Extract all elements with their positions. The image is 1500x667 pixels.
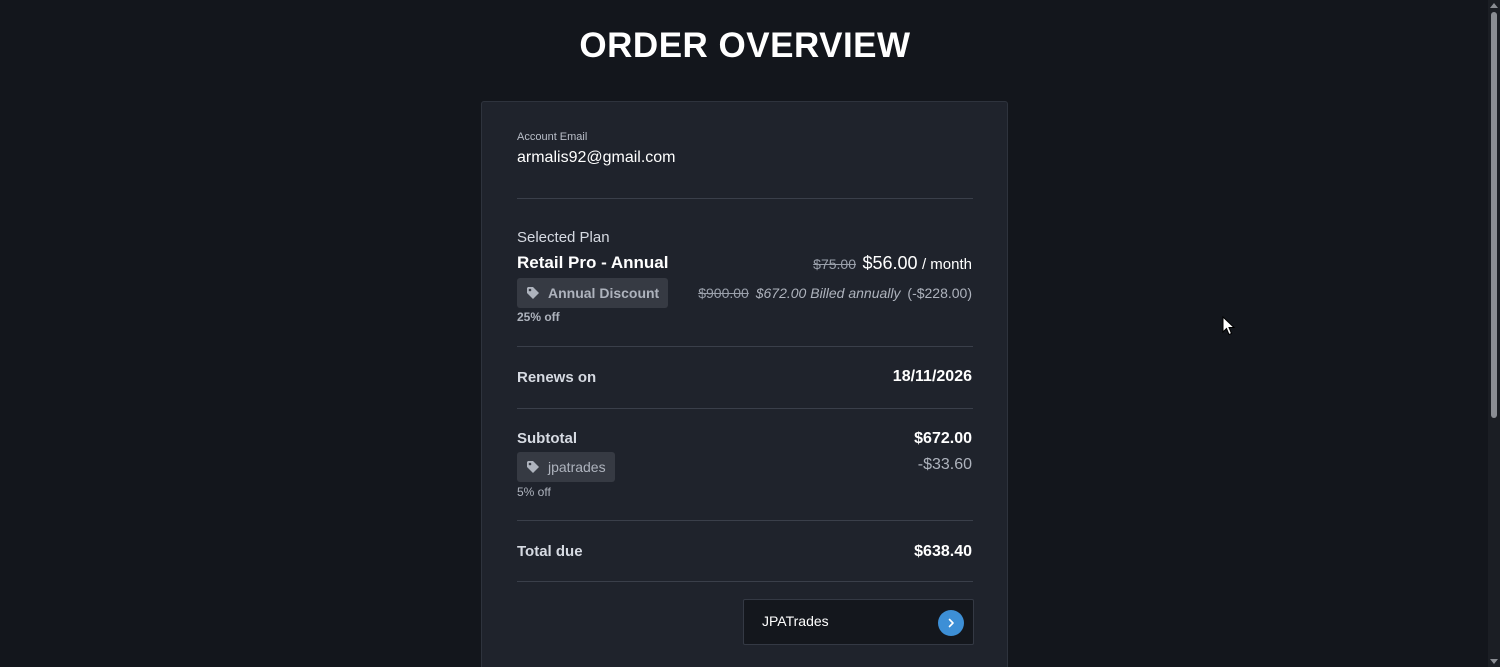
mouse-cursor-icon (1222, 316, 1236, 336)
coupon-discount-value: -$33.60 (917, 456, 972, 473)
tag-icon (527, 461, 539, 473)
coupon-chip: jpatrades (517, 452, 615, 482)
annual-billing: $900.00 $672.00 Billed annually (-$228.0… (698, 285, 972, 301)
page-title: ORDER OVERVIEW (579, 26, 911, 65)
coupon-code: jpatrades (548, 459, 606, 475)
account-email-value: armalis92@gmail.com (517, 149, 676, 166)
page: ORDER OVERVIEW Account Email armalis92@g… (0, 0, 1500, 667)
vertical-scrollbar[interactable] (1488, 0, 1500, 667)
annual-billing-text: $672.00 Billed annually (755, 285, 901, 301)
total-due-value: $638.40 (914, 543, 972, 560)
annual-discount-chip: Annual Discount (517, 278, 669, 308)
scroll-up-icon[interactable] (1490, 3, 1498, 8)
plan-period: / month (921, 256, 972, 273)
checkout-button-label: JPATrades (762, 613, 829, 629)
plan-current-price: $56.00 (862, 253, 918, 273)
account-email-label: Account Email (517, 131, 588, 143)
annual-discount-percent: 25% off (517, 310, 560, 324)
chevron-right-icon[interactable] (938, 610, 964, 636)
annual-discount-label: Annual Discount (548, 285, 660, 301)
scroll-down-icon[interactable] (1490, 659, 1498, 664)
subtotal-label: Subtotal (517, 430, 577, 447)
plan-price: $75.00 $56.00 / month (813, 253, 972, 274)
annual-old-price: $900.00 (698, 285, 749, 301)
divider (517, 520, 973, 521)
checkout-button[interactable]: JPATrades (743, 599, 974, 645)
scroll-thumb[interactable] (1491, 12, 1497, 418)
tag-icon (527, 287, 539, 299)
divider (517, 581, 973, 582)
order-summary-card: Account Email armalis92@gmail.com Select… (481, 101, 1008, 667)
divider (517, 198, 973, 199)
subtotal-value: $672.00 (914, 430, 972, 447)
renews-on-date: 18/11/2026 (892, 368, 972, 385)
selected-plan-label: Selected Plan (517, 229, 610, 246)
divider (517, 408, 973, 409)
total-due-label: Total due (517, 543, 583, 560)
annual-saving: (-$228.00) (907, 285, 972, 301)
coupon-percent: 5% off (517, 485, 551, 499)
plan-old-price: $75.00 (813, 256, 856, 272)
divider (517, 346, 973, 347)
